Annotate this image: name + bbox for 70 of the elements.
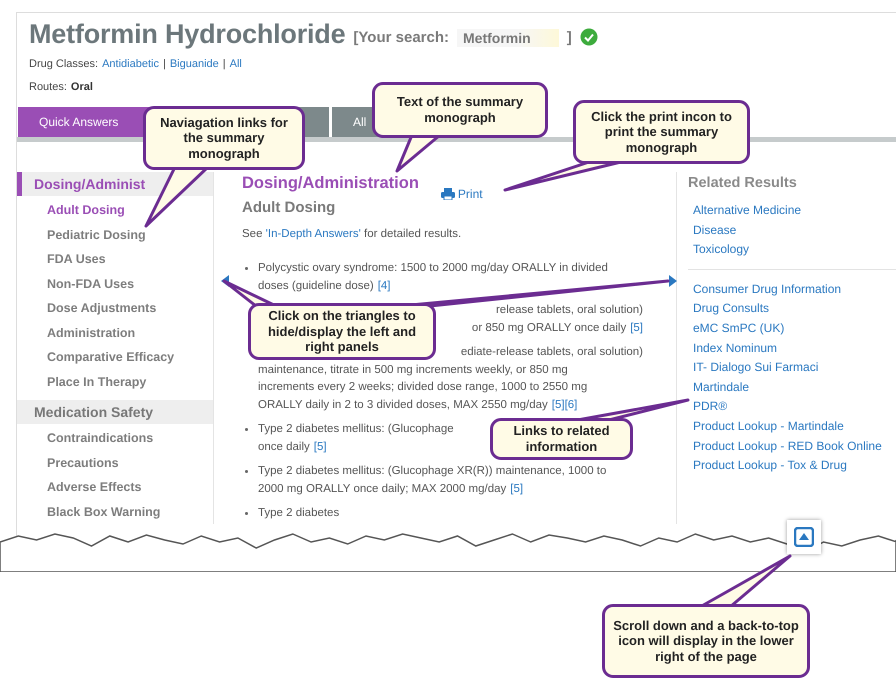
related-link[interactable]: PDR®	[693, 397, 896, 417]
citation-link[interactable]: [5][6]	[552, 396, 578, 414]
nav-link[interactable]: Adult Dosing	[17, 198, 213, 222]
search-field[interactable]: Metformin	[457, 28, 559, 46]
bracket-text: ]	[566, 29, 572, 46]
dosing-text: maintenance, titrate in 500 mg increments weekly, or 850 mg	[258, 362, 568, 378]
section-title: Dosing/Administration	[242, 174, 419, 193]
nav-link[interactable]: Black Box Warning	[17, 500, 213, 524]
printer-icon	[440, 188, 455, 200]
related-link[interactable]: Alternative Medicine	[693, 201, 896, 221]
drug-classes-label: Drug Classes:	[29, 58, 98, 70]
dosing-text: ORALLY daily in 2 to 3 divided doses, MAX 2550 mg/day [5][6]	[258, 396, 578, 414]
back-to-top-button[interactable]	[787, 520, 821, 554]
drug-class-link[interactable]: Antidiabetic	[102, 58, 159, 70]
hide-right-panel-button[interactable]	[668, 274, 678, 288]
nav-link[interactable]: Comparative Efficacy	[17, 345, 213, 370]
dosing-text: Type 2 diabetes	[242, 505, 340, 522]
nav-link[interactable]: Place In Therapy	[17, 370, 213, 394]
related-link[interactable]: Martindale	[693, 378, 896, 398]
dosing-text: Type 2 diabetes mellitus: (Glucophage XR(R)) maintenance, 1000 to	[242, 463, 606, 480]
dosing-text: once daily [5]	[258, 438, 327, 456]
nav-link[interactable]: Dose Adjustments	[17, 296, 213, 320]
related-link[interactable]: Index Nominum	[693, 338, 896, 358]
related-link[interactable]: Product Lookup - Martindale	[693, 416, 896, 437]
related-link[interactable]: Product Lookup - RED Book Online	[693, 436, 896, 456]
dosing-text: 2000 mg ORALLY once daily; MAX 2000 mg/day [5]	[258, 480, 524, 498]
nav-link[interactable]: Pediatric Dosing	[17, 222, 213, 247]
related-link[interactable]: IT- Dialogo Sui Farmaci	[693, 358, 896, 378]
bullet-icon	[245, 428, 248, 431]
dosing-text: increments every 2 weeks; divided dose range, 1000 to 2550 mg	[258, 380, 588, 395]
related-link[interactable]: eMC SmPC (UK)	[693, 318, 896, 339]
dosing-text: release tablets, oral solution)	[496, 303, 643, 318]
arrow-up-icon	[794, 527, 814, 547]
nav-link[interactable]: Contraindications	[17, 426, 213, 450]
section-heading[interactable]: Medication Safety	[17, 400, 213, 424]
subsection-title: Adult Dosing	[242, 199, 336, 216]
dosing-text: ediate-release tablets, oral solution)	[460, 345, 643, 360]
dosing-text: Polycystic ovary syndrome: 1500 to 2000 mg/day ORALLY in divided	[242, 260, 608, 278]
bullet-icon	[245, 267, 248, 270]
bullet-icon	[245, 470, 248, 473]
related-link[interactable]: Consumer Drug Information	[693, 280, 896, 300]
routes-label: Routes:	[29, 81, 67, 93]
drug-title: Metformin Hydrochloride	[29, 19, 346, 50]
separator-text: |	[222, 58, 226, 70]
nav-link[interactable]: Non-FDA Uses	[17, 272, 213, 296]
dosing-text: doses (guideline dose) [4]	[258, 278, 391, 295]
separator-text: |	[162, 58, 166, 70]
bullet-icon	[245, 512, 248, 515]
citation-link[interactable]: [4]	[378, 278, 391, 295]
nav-link[interactable]: FDA Uses	[17, 247, 213, 272]
citation-link[interactable]: [5]	[630, 320, 643, 337]
dosing-text: Type 2 diabetes mellitus: (Glucophage	[242, 421, 454, 438]
related-link[interactable]: Toxicology	[693, 240, 896, 260]
citation-link[interactable]: [5]	[314, 438, 327, 456]
in-depth-link[interactable]: 'In-Depth Answers'	[266, 228, 361, 240]
related-link[interactable]: Drug Consults	[693, 299, 896, 319]
related-link[interactable]: Product Lookup - Tox & Drug	[693, 456, 896, 476]
drug-class-link[interactable]: All	[230, 58, 242, 70]
related-results-title: Related Results	[688, 175, 798, 191]
print-link[interactable]: Print	[440, 187, 483, 201]
route-value: Oral	[70, 81, 93, 93]
related-link[interactable]: Disease	[693, 220, 896, 240]
dosing-text: or 850 mg ORALLY once daily [5]	[472, 320, 643, 337]
intro-text: See 'In-Depth Answers' for detailed results.	[242, 228, 462, 240]
search-label: [Your search:	[353, 29, 450, 46]
citation-link[interactable]: [5]	[510, 480, 524, 498]
nav-link[interactable]: Adverse Effects	[17, 475, 213, 500]
nav-link[interactable]: Precautions	[17, 450, 213, 475]
nav-link[interactable]: Administration	[17, 320, 213, 345]
drug-class-link[interactable]: Biguanide	[170, 58, 219, 70]
